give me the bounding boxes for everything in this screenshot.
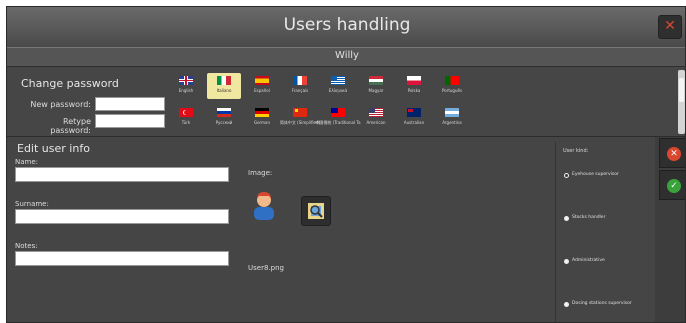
language-scrollbar[interactable]	[678, 70, 685, 134]
flag-uk-icon	[179, 76, 193, 85]
language-option[interactable]: Argentina	[435, 105, 469, 131]
surname-label: Surname:	[15, 200, 49, 208]
user-avatar-icon	[249, 189, 279, 221]
flag-australia-icon	[407, 108, 421, 117]
flag-france-icon	[293, 76, 307, 85]
users-handling-window: Users handling ✕ Willy Change password N…	[6, 6, 686, 323]
change-password-panel: Change password New password: Retype pas…	[7, 67, 685, 137]
radio-dosing-stations-supervisor[interactable]	[564, 302, 569, 307]
language-label: Português	[441, 88, 463, 93]
new-password-field[interactable]	[95, 97, 165, 111]
language-option[interactable]: Magyar	[359, 73, 393, 99]
confirm-check-icon: ✓	[667, 179, 681, 193]
name-label: Name:	[15, 158, 39, 166]
language-option[interactable]: German	[245, 105, 279, 131]
flag-hungary-icon	[369, 76, 383, 85]
radio-label: Administrative	[572, 258, 605, 263]
notes-field[interactable]	[15, 251, 229, 266]
image-label: Image:	[248, 169, 273, 177]
language-option[interactable]: Türk	[169, 105, 203, 131]
notes-label: Notes:	[15, 242, 38, 250]
flag-greece-icon	[331, 76, 345, 85]
image-filename: User8.png	[248, 264, 284, 272]
language-option[interactable]: Português	[435, 73, 469, 99]
language-option-selected[interactable]: Italiano	[207, 73, 241, 99]
language-option[interactable]: Français	[283, 73, 317, 99]
scrollbar-thumb[interactable]	[679, 78, 684, 102]
language-option[interactable]: Español	[245, 73, 279, 99]
radio-label: Dosing stations supervisor	[572, 301, 632, 306]
browse-image-button[interactable]	[301, 196, 331, 226]
flag-italy-icon	[217, 76, 231, 85]
cancel-icon: ✕	[667, 147, 681, 161]
user-kind-panel: User kind: Eyehouse supervisor Stocks ha…	[555, 142, 655, 322]
close-icon: ✕	[664, 18, 676, 34]
name-field[interactable]	[15, 167, 229, 182]
confirm-button[interactable]: ✓	[659, 170, 685, 200]
new-password-label: New password:	[30, 100, 91, 109]
title-bar: Users handling ✕	[7, 7, 685, 47]
language-option[interactable]: Australian	[397, 105, 431, 131]
edit-user-title: Edit user info	[17, 142, 90, 155]
radio-eyehouse-supervisor[interactable]	[564, 173, 569, 178]
flag-taiwan-icon	[331, 108, 345, 117]
change-password-title: Change password	[21, 77, 119, 90]
language-label: Argentina	[442, 120, 462, 125]
selected-user-name: Willy	[335, 50, 359, 61]
radio-administrative[interactable]	[564, 259, 569, 264]
flag-germany-icon	[255, 108, 269, 117]
cancel-button[interactable]: ✕	[659, 138, 685, 168]
selected-user-bar: Willy	[7, 47, 685, 67]
flag-argentina-icon	[445, 108, 459, 117]
language-option[interactable]: Polska	[397, 73, 431, 99]
user-kind-title: User kind:	[563, 148, 589, 154]
flag-china-icon	[293, 108, 307, 117]
language-option[interactable]: Ελληνικά	[321, 73, 355, 99]
retype-password-label: Retype password:	[50, 117, 91, 135]
language-option[interactable]: English	[169, 73, 203, 99]
window-title: Users handling	[283, 15, 411, 35]
language-option[interactable]: Русский	[207, 105, 241, 131]
flag-russia-icon	[217, 108, 231, 117]
flag-poland-icon	[407, 76, 421, 85]
close-button[interactable]: ✕	[658, 15, 682, 39]
language-option[interactable]: American	[359, 105, 393, 131]
surname-field[interactable]	[15, 209, 229, 224]
radio-stocks-handler[interactable]	[564, 216, 569, 221]
flag-usa-icon	[369, 108, 383, 117]
radio-label: Eyehouse supervisor	[572, 172, 619, 177]
browse-image-icon	[308, 203, 324, 219]
flag-spain-icon	[255, 76, 269, 85]
retype-password-field[interactable]	[95, 114, 165, 128]
flag-portugal-icon	[445, 76, 459, 85]
language-option[interactable]: 简体中文 (Simplified)	[280, 105, 320, 131]
language-option[interactable]: 中國傳統 (Traditional Ta	[315, 105, 361, 131]
radio-label: Stocks handler	[572, 215, 606, 220]
flag-turkey-icon	[179, 108, 193, 117]
